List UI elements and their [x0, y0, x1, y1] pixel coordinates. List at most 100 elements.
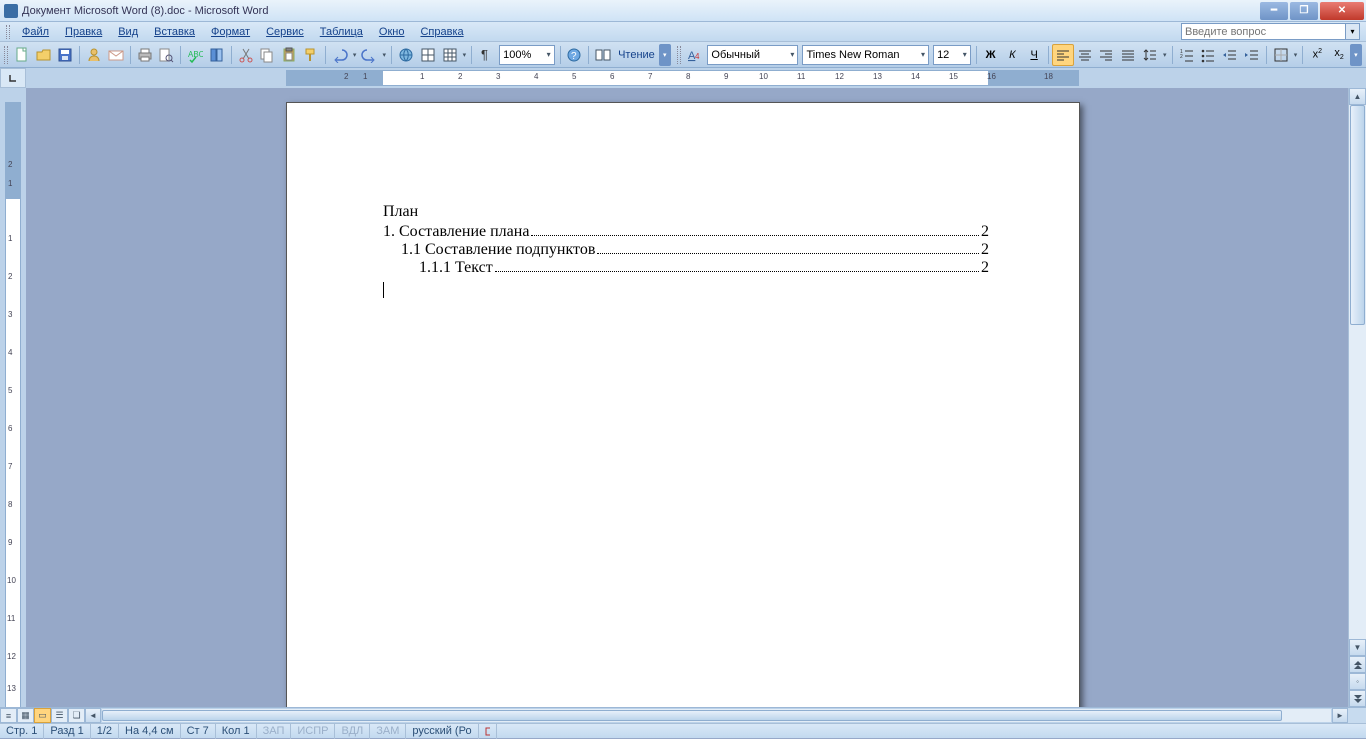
- menubar-grip[interactable]: [6, 25, 10, 39]
- zoom-combo[interactable]: 100%▾: [499, 45, 554, 65]
- redo-dropdown[interactable]: ▾: [380, 44, 388, 66]
- menu-table[interactable]: Таблица: [312, 24, 371, 40]
- format-painter-button[interactable]: [300, 44, 322, 66]
- vertical-scrollbar[interactable]: ▲ ▼ ◦: [1348, 88, 1366, 707]
- menu-tools[interactable]: Сервис: [258, 24, 312, 40]
- help-search-dropdown[interactable]: ▾: [1346, 23, 1360, 40]
- redo-button[interactable]: [359, 44, 381, 66]
- select-browse-object-button[interactable]: ◦: [1349, 673, 1366, 690]
- toc-row: 1.1.1 Текст2: [383, 259, 989, 277]
- vscroll-thumb[interactable]: [1350, 105, 1365, 325]
- maximize-button[interactable]: ❐: [1290, 2, 1318, 20]
- scroll-right-button[interactable]: ►: [1332, 708, 1348, 723]
- print-preview-button[interactable]: [156, 44, 178, 66]
- print-button[interactable]: [134, 44, 156, 66]
- paste-button[interactable]: [278, 44, 300, 66]
- hyperlink-button[interactable]: [395, 44, 417, 66]
- increase-indent-button[interactable]: [1241, 44, 1263, 66]
- font-size-combo[interactable]: 12▾: [933, 45, 971, 65]
- close-button[interactable]: ✕: [1320, 2, 1364, 20]
- menu-file[interactable]: Файл: [14, 24, 57, 40]
- help-button[interactable]: ?: [564, 44, 586, 66]
- style-combo[interactable]: Обычный▾: [707, 45, 798, 65]
- menu-format[interactable]: Формат: [203, 24, 258, 40]
- permissions-button[interactable]: [83, 44, 105, 66]
- horizontal-ruler[interactable]: 21 12 34 56 78 910 1112 1314 1516 18: [26, 69, 1366, 87]
- font-combo[interactable]: Times New Roman▾: [802, 45, 929, 65]
- status-position: На 4,4 см: [119, 724, 181, 739]
- styles-pane-button[interactable]: A4: [684, 44, 706, 66]
- show-formatting-button[interactable]: ¶: [475, 44, 497, 66]
- underline-button[interactable]: Ч: [1023, 44, 1045, 66]
- undo-dropdown[interactable]: ▾: [351, 44, 359, 66]
- bulleted-list-button[interactable]: [1197, 44, 1219, 66]
- align-left-button[interactable]: [1052, 44, 1074, 66]
- toolbar1-overflow[interactable]: ▾: [659, 44, 671, 66]
- hscroll-thumb[interactable]: [102, 710, 1282, 721]
- next-page-button[interactable]: [1349, 690, 1366, 707]
- save-button[interactable]: [55, 44, 77, 66]
- outline-view-button[interactable]: ☰: [51, 708, 68, 723]
- hscroll-track[interactable]: [101, 708, 1332, 723]
- tables-borders-button[interactable]: [417, 44, 439, 66]
- spellcheck-button[interactable]: ABC: [184, 44, 206, 66]
- status-language[interactable]: русский (Ро: [406, 724, 478, 739]
- reading-layout-button[interactable]: Чтение: [614, 44, 659, 66]
- menu-insert[interactable]: Вставка: [146, 24, 203, 40]
- toolbar2-grip[interactable]: [677, 46, 681, 64]
- reading-layout-icon[interactable]: [592, 44, 614, 66]
- research-button[interactable]: [206, 44, 228, 66]
- menu-edit[interactable]: Правка: [57, 24, 110, 40]
- open-button[interactable]: [33, 44, 55, 66]
- superscript-button[interactable]: x2: [1306, 44, 1328, 66]
- align-justify-button[interactable]: [1117, 44, 1139, 66]
- borders-dropdown[interactable]: ▾: [1292, 44, 1300, 66]
- align-right-button[interactable]: [1096, 44, 1118, 66]
- italic-button[interactable]: К: [1001, 44, 1023, 66]
- status-rec[interactable]: ЗАП: [257, 724, 292, 739]
- new-doc-button[interactable]: [11, 44, 33, 66]
- borders-button[interactable]: [1270, 44, 1292, 66]
- bold-button[interactable]: Ж: [980, 44, 1002, 66]
- status-trk[interactable]: ИСПР: [291, 724, 335, 739]
- toolbar2-overflow[interactable]: ▾: [1350, 44, 1362, 66]
- toc-label: 1.1 Составление подпунктов: [401, 241, 595, 259]
- reading-view-button[interactable]: ❏: [68, 708, 85, 723]
- minimize-button[interactable]: ━: [1260, 2, 1288, 20]
- doc-heading: План: [383, 203, 989, 221]
- menu-view[interactable]: Вид: [110, 24, 146, 40]
- cut-button[interactable]: [235, 44, 257, 66]
- line-spacing-dropdown[interactable]: ▾: [1161, 44, 1169, 66]
- scroll-down-button[interactable]: ▼: [1349, 639, 1366, 656]
- help-search-input[interactable]: [1181, 23, 1346, 40]
- toc-page: 2: [981, 223, 989, 241]
- copy-button[interactable]: [257, 44, 279, 66]
- print-layout-view-button[interactable]: ▭: [34, 708, 51, 723]
- normal-view-button[interactable]: ≡: [0, 708, 17, 723]
- page[interactable]: План 1. Составление плана2 1.1 Составлен…: [286, 102, 1080, 707]
- insert-table-button[interactable]: [439, 44, 461, 66]
- email-button[interactable]: [105, 44, 127, 66]
- status-ovr[interactable]: ЗАМ: [370, 724, 406, 739]
- decrease-indent-button[interactable]: [1219, 44, 1241, 66]
- text-cursor: [383, 282, 384, 298]
- status-ext[interactable]: ВДЛ: [335, 724, 370, 739]
- status-spellcheck-icon[interactable]: [479, 724, 497, 739]
- menu-help[interactable]: Справка: [412, 24, 471, 40]
- document-area[interactable]: План 1. Составление плана2 1.1 Составлен…: [26, 88, 1348, 707]
- web-layout-view-button[interactable]: ▦: [17, 708, 34, 723]
- insert-table-dropdown[interactable]: ▾: [460, 44, 468, 66]
- vscroll-track[interactable]: [1349, 105, 1366, 639]
- toolbar1-grip[interactable]: [4, 46, 8, 64]
- prev-page-button[interactable]: [1349, 656, 1366, 673]
- line-spacing-button[interactable]: [1139, 44, 1161, 66]
- scroll-up-button[interactable]: ▲: [1349, 88, 1366, 105]
- vertical-ruler[interactable]: 2 1 1 2 3 4 5 6 7 8 9 10 11 12 13: [0, 88, 26, 707]
- tab-selector[interactable]: [0, 68, 26, 88]
- subscript-button[interactable]: x2: [1328, 44, 1350, 66]
- undo-button[interactable]: [329, 44, 351, 66]
- align-center-button[interactable]: [1074, 44, 1096, 66]
- scroll-left-button[interactable]: ◄: [85, 708, 101, 723]
- menu-window[interactable]: Окно: [371, 24, 413, 40]
- numbered-list-button[interactable]: 12: [1176, 44, 1198, 66]
